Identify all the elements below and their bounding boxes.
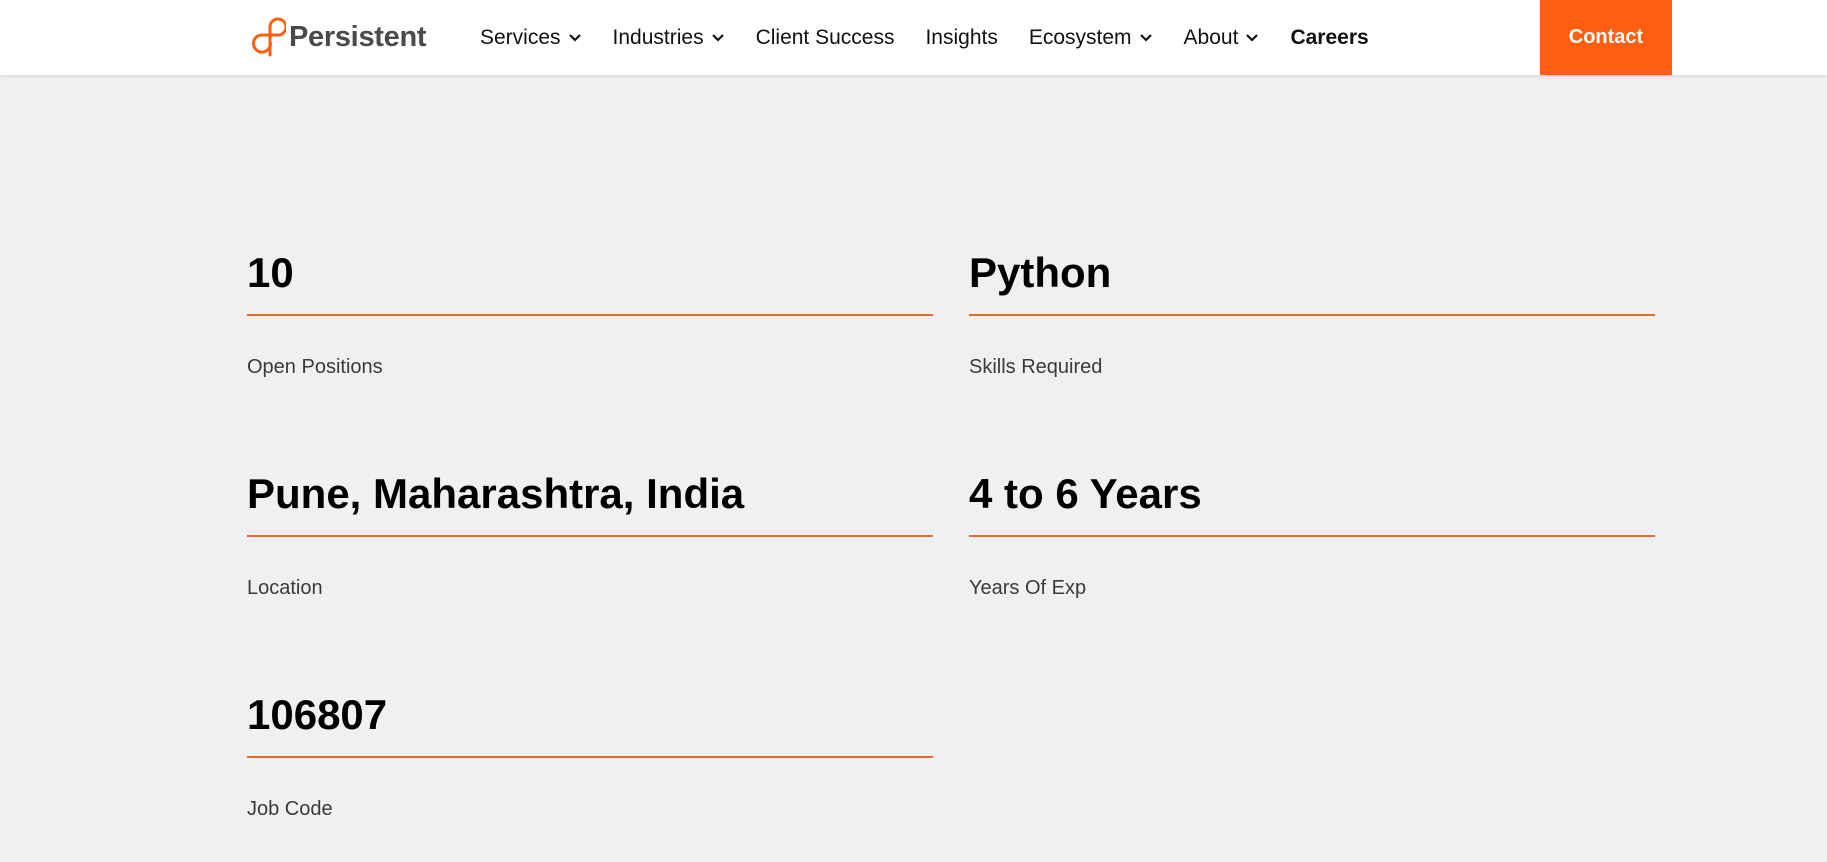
- location-value: Pune, Maharashtra, India: [247, 470, 745, 517]
- nav-client-success[interactable]: Client Success: [756, 26, 895, 50]
- logo-text: Persistent: [289, 20, 427, 53]
- open-positions-stat: 10 Open Positions: [247, 248, 933, 379]
- open-positions-label: Open Positions: [247, 356, 383, 378]
- nav-about[interactable]: About: [1184, 26, 1260, 50]
- skills-value: Python: [969, 249, 1112, 296]
- nav-careers-label: Careers: [1290, 25, 1369, 49]
- stat-divider: [247, 535, 933, 537]
- nav-about-label: About: [1183, 25, 1239, 49]
- chevron-down-icon: [711, 33, 724, 42]
- location-stat: Pune, Maharashtra, India Location: [247, 469, 933, 600]
- main-nav: Services Industries Client Success Insig…: [480, 0, 1400, 75]
- chevron-down-icon: [1246, 33, 1259, 42]
- nav-client-success-label: Client Success: [755, 25, 895, 49]
- persistent-logo[interactable]: Persistent: [246, 15, 427, 59]
- skills-stat: Python Skills Required: [969, 248, 1655, 379]
- site-header: Persistent Services Industries Client Su…: [0, 0, 1827, 75]
- nav-ecosystem[interactable]: Ecosystem: [1029, 26, 1153, 50]
- nav-ecosystem-label: Ecosystem: [1028, 25, 1132, 49]
- nav-careers[interactable]: Careers: [1290, 26, 1368, 50]
- contact-button[interactable]: Contact: [1540, 0, 1672, 75]
- stat-divider: [247, 314, 933, 316]
- location-label: Location: [247, 577, 323, 599]
- nav-industries[interactable]: Industries: [613, 26, 725, 50]
- job-code-stat: 106807 Job Code: [247, 690, 933, 821]
- open-positions-value: 10: [247, 249, 294, 296]
- stat-divider: [247, 756, 933, 758]
- job-code-label: Job Code: [247, 798, 333, 820]
- nav-services-label: Services: [480, 25, 561, 49]
- stat-divider: [969, 314, 1655, 316]
- nav-insights-label: Insights: [925, 25, 998, 49]
- chevron-down-icon: [1139, 33, 1152, 42]
- experience-label: Years Of Exp: [969, 577, 1087, 599]
- skills-label: Skills Required: [969, 356, 1103, 378]
- persistent-logo-icon: [252, 17, 286, 57]
- nav-insights[interactable]: Insights: [925, 26, 997, 50]
- job-code-value: 106807: [247, 691, 388, 738]
- experience-stat: 4 to 6 Years Years Of Exp: [969, 469, 1655, 600]
- nav-services[interactable]: Services: [480, 26, 582, 50]
- nav-industries-label: Industries: [612, 25, 704, 49]
- chevron-down-icon: [568, 33, 581, 42]
- stat-divider: [969, 535, 1655, 537]
- experience-value: 4 to 6 Years: [969, 470, 1202, 517]
